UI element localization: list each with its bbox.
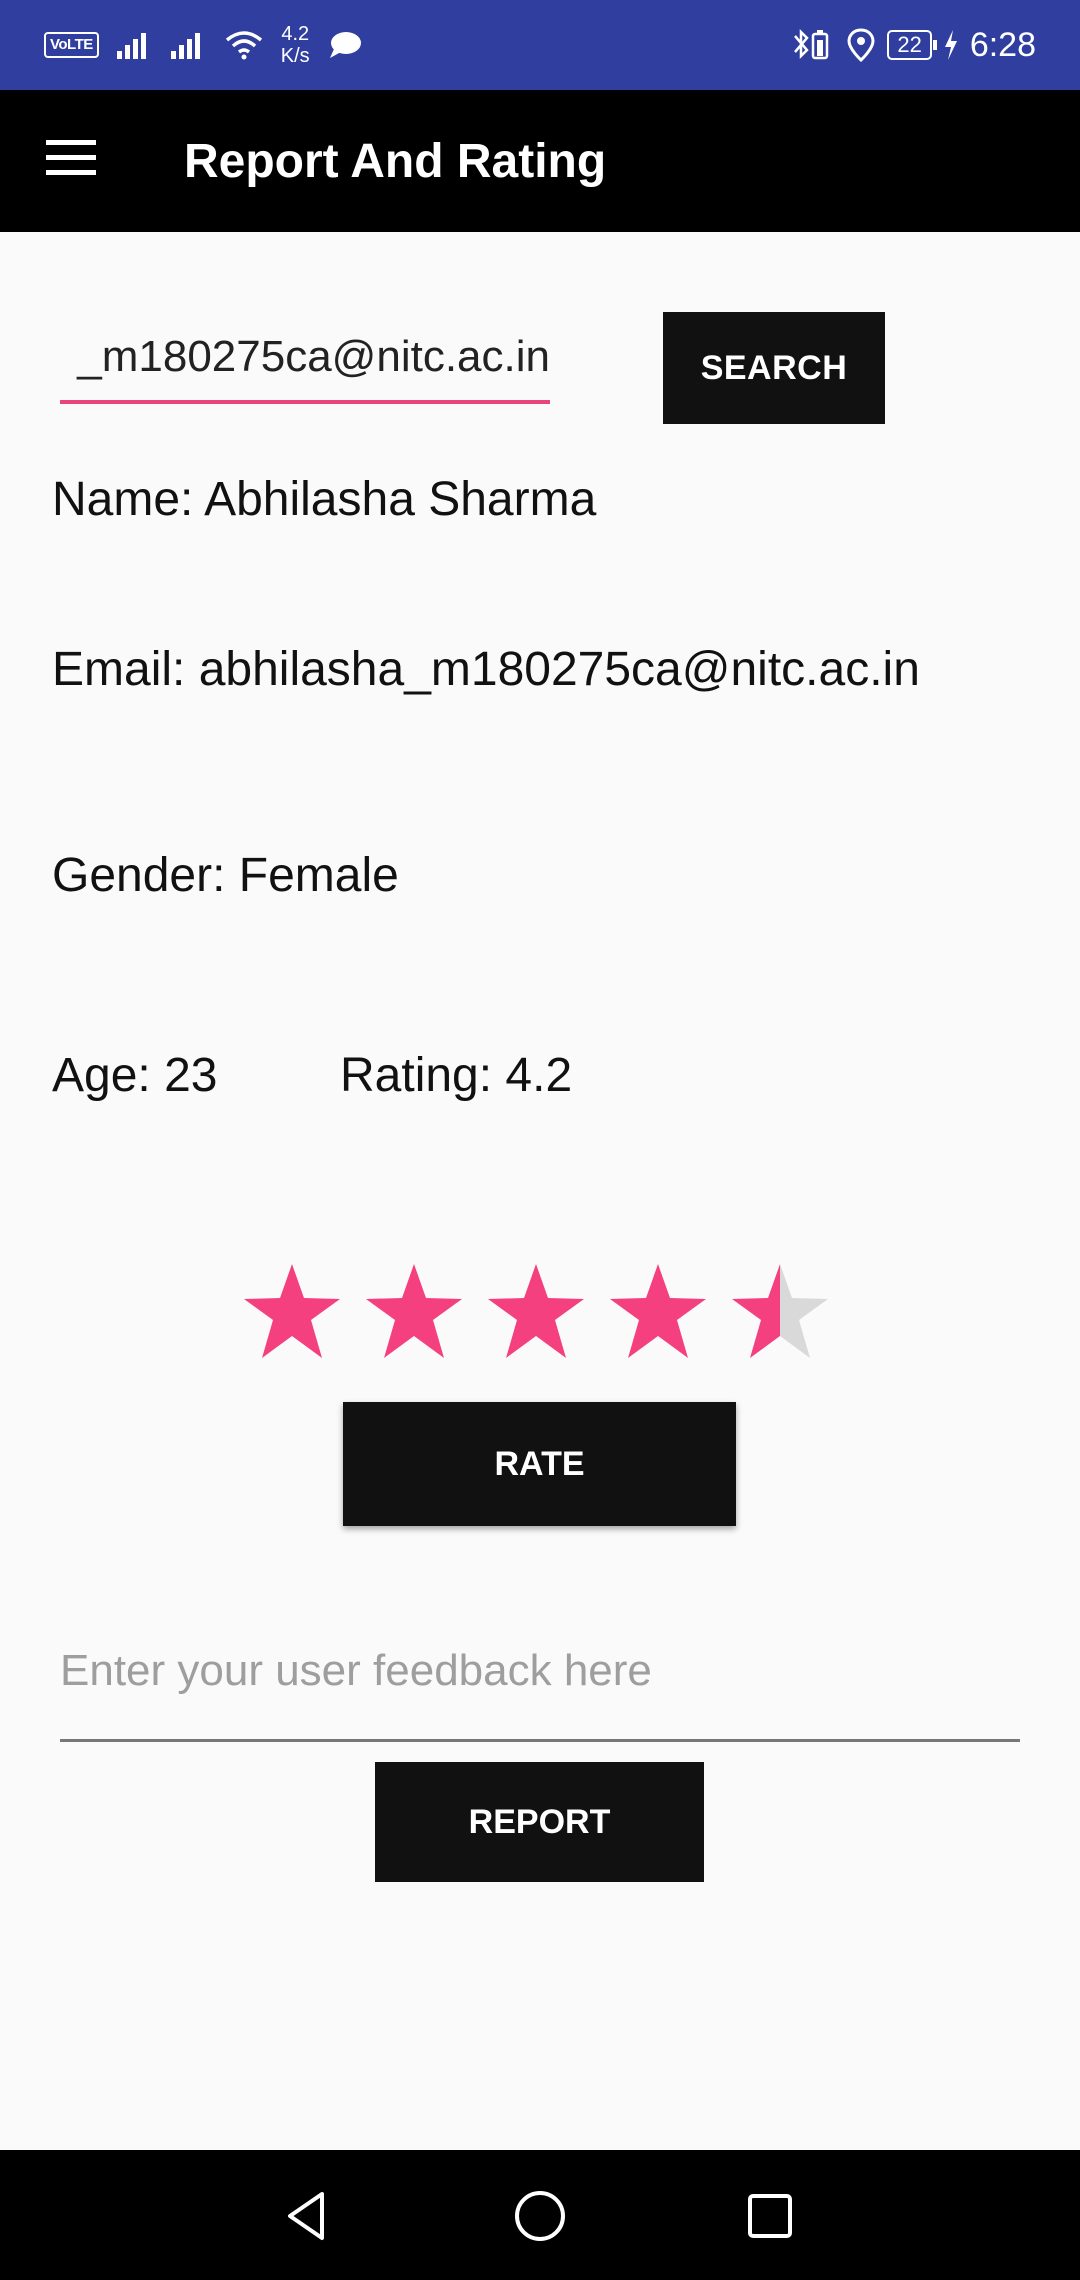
status-right: 22 6:28 xyxy=(791,22,1036,68)
app-bar: Report And Rating xyxy=(0,90,1080,232)
menu-icon[interactable] xyxy=(46,140,96,182)
star-icon-2[interactable] xyxy=(362,1262,466,1362)
navigation-bar xyxy=(0,2150,1080,2280)
signal-icon-2 xyxy=(170,33,200,59)
name-text: Name: Abhilasha Sharma xyxy=(52,473,597,526)
signal-icon xyxy=(116,33,146,59)
rate-button[interactable]: RATE xyxy=(343,1402,736,1526)
rating-bar[interactable] xyxy=(240,1262,832,1362)
star-icon-4[interactable] xyxy=(606,1262,710,1362)
age-text: Age: 23 xyxy=(52,1049,218,1102)
star-icon-3[interactable] xyxy=(484,1262,588,1362)
home-icon[interactable] xyxy=(510,2186,570,2246)
charging-icon xyxy=(944,30,957,60)
screen: VoLTE 4.2 K/s 22 6:28 Report And Rating … xyxy=(0,0,1080,2280)
back-icon[interactable] xyxy=(278,2186,338,2246)
speed-value: 4.2 xyxy=(281,23,310,45)
feedback-input[interactable] xyxy=(60,1620,1020,1742)
report-button[interactable]: REPORT xyxy=(375,1762,704,1882)
star-icon-5[interactable] xyxy=(728,1262,832,1362)
message-icon xyxy=(329,32,361,58)
search-button[interactable]: SEARCH xyxy=(663,312,885,424)
wifi-icon xyxy=(225,31,262,60)
volte-icon: VoLTE xyxy=(44,32,99,58)
network-speed: 4.2 K/s xyxy=(281,23,310,67)
status-left: VoLTE 4.2 K/s xyxy=(44,22,362,68)
star-icon-1[interactable] xyxy=(240,1262,344,1362)
battery-icon: 22 xyxy=(887,30,938,60)
email-text: Email: abhilasha_m180275ca@nitc.ac.in xyxy=(52,643,920,696)
clock: 6:28 xyxy=(969,26,1036,64)
recent-apps-icon[interactable] xyxy=(740,2186,800,2246)
page-title: Report And Rating xyxy=(184,135,607,188)
speed-unit: K/s xyxy=(280,45,310,67)
bluetooth-battery-icon xyxy=(794,28,829,60)
location-icon xyxy=(847,28,875,62)
status-bar: VoLTE 4.2 K/s 22 6:28 xyxy=(0,0,1080,90)
gender-text: Gender: Female xyxy=(52,849,399,902)
search-input[interactable] xyxy=(60,314,550,404)
rating-text: Rating: 4.2 xyxy=(340,1049,573,1102)
